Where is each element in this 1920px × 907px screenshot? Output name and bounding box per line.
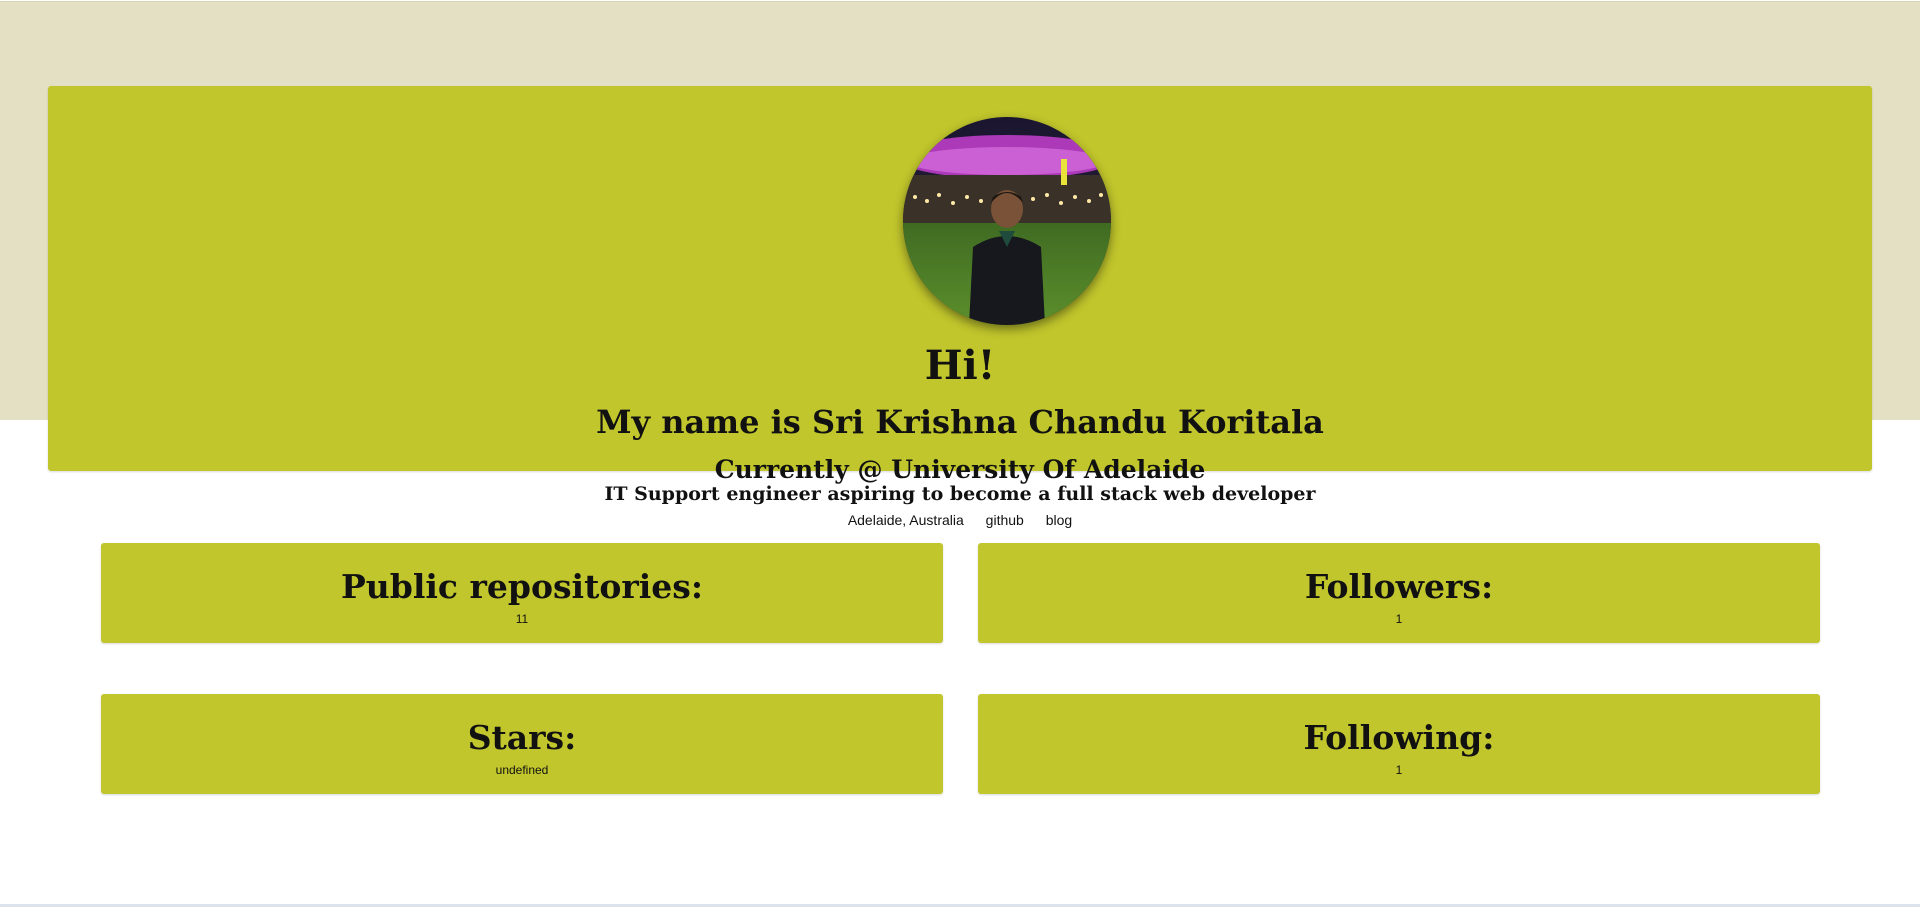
bio-text: IT Support engineer aspiring to become a…	[604, 483, 1316, 505]
profile-links: Adelaide, Australia github blog	[48, 510, 1872, 530]
stars-value: undefined	[495, 763, 549, 777]
hero-card: Hi! My name is Sri Krishna Chandu Korita…	[48, 86, 1872, 528]
blog-link[interactable]: blog	[1046, 512, 1072, 528]
repos-value: 11	[515, 612, 529, 626]
avatar-photo	[903, 117, 1111, 325]
repos-card: Public repositories: 11	[101, 543, 943, 643]
greeting-heading: Hi!	[924, 342, 996, 389]
repos-label: Public repositories:	[340, 567, 704, 606]
stars-card: Stars: undefined	[101, 694, 943, 794]
avatar	[903, 117, 1111, 325]
github-link[interactable]: github	[986, 512, 1024, 528]
following-value: 1	[1395, 763, 1403, 777]
location-text: Adelaide, Australia	[847, 512, 964, 528]
following-label: Following:	[1303, 718, 1495, 757]
followers-label: Followers:	[1304, 567, 1494, 606]
stars-label: Stars:	[467, 718, 577, 757]
profile-page: Hi! My name is Sri Krishna Chandu Korita…	[0, 0, 1920, 907]
followers-value: 1	[1395, 612, 1403, 626]
followers-card: Followers: 1	[978, 543, 1820, 643]
following-card: Following: 1	[978, 694, 1820, 794]
name-heading: My name is Sri Krishna Chandu Koritala	[596, 403, 1324, 441]
